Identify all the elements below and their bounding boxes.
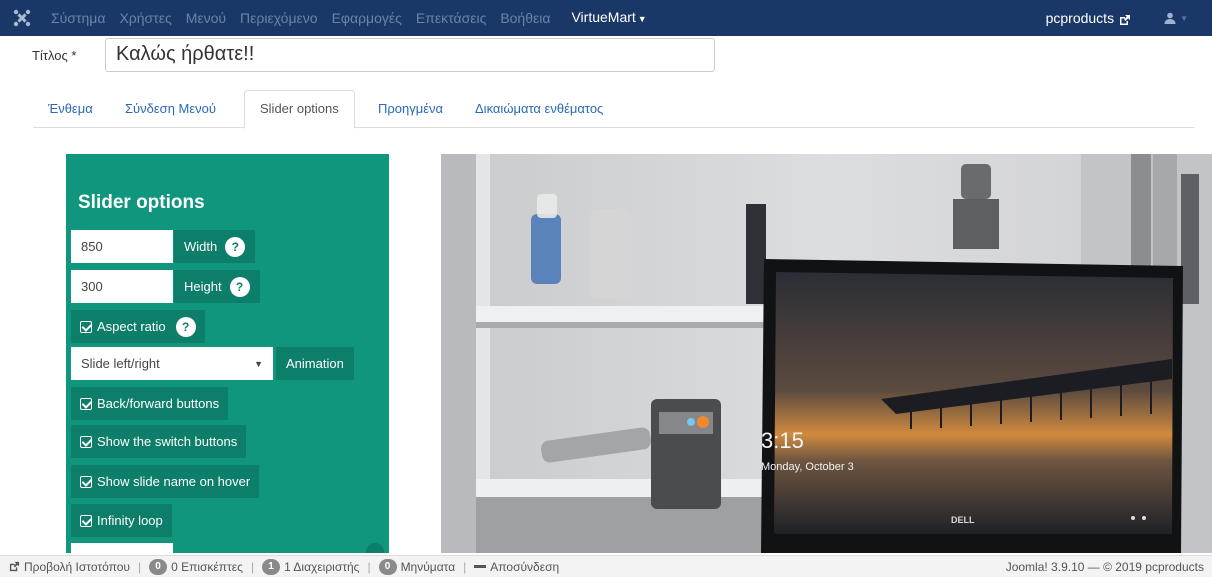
messages-link[interactable]: 0 Μηνύματα <box>378 558 456 575</box>
checkbox-checked-icon <box>80 435 92 448</box>
site-link[interactable]: pcproducts <box>1045 10 1131 26</box>
visitors-status: 0 0 Επισκέπτες <box>149 558 243 575</box>
infinity-loop-checkbox[interactable]: Infinity loop <box>71 504 172 537</box>
help-icon[interactable]: ? <box>225 236 246 257</box>
tab-menu-assignment[interactable]: Σύνδεση Μενού <box>110 90 231 128</box>
title-input[interactable]: Καλώς ήρθατε!! <box>105 38 715 72</box>
navbar-right: pcproducts ▼ <box>1046 0 1188 36</box>
panel-title: Slider options <box>78 192 205 213</box>
chevron-down-icon: ▼ <box>1180 13 1188 23</box>
admins-status: 1 1 Διαχειριστής <box>262 558 360 575</box>
width-input[interactable]: 850 <box>71 230 173 263</box>
partial-input[interactable] <box>71 543 173 553</box>
user-icon <box>1164 12 1176 24</box>
menu-system[interactable]: Σύστημα <box>44 0 112 36</box>
title-label: Τίτλος * <box>32 48 77 63</box>
view-site-label: Προβολή Ιστοτόπου <box>24 559 130 574</box>
lockscreen-date: Monday, October 3 <box>761 461 854 473</box>
site-name: pcproducts <box>1045 10 1115 26</box>
external-link-icon <box>9 561 20 572</box>
messages-badge: 0 <box>378 558 397 575</box>
width-label: Width ? <box>174 230 256 263</box>
logout-label: Αποσύνδεση <box>490 559 560 574</box>
checkbox-checked-icon <box>80 397 92 410</box>
height-input[interactable]: 300 <box>71 270 173 303</box>
aspect-ratio-checkbox[interactable]: Aspect ratio ? <box>71 310 205 343</box>
help-icon[interactable]: ? <box>229 276 250 297</box>
slide-preview-image: 3:15 Monday, October 3 DELL <box>441 154 1212 553</box>
menu-extensions[interactable]: Επεκτάσεις <box>409 0 493 36</box>
checkbox-checked-icon <box>80 514 92 527</box>
slider-options-panel: Slider options 850 Width ? 300 Height ? … <box>66 154 389 553</box>
laptop-brand: DELL <box>951 515 975 525</box>
external-link-icon <box>1119 13 1131 25</box>
slide-name-hover-label: Show slide name on hover <box>97 474 251 489</box>
divider: | <box>367 559 371 574</box>
status-bar: Προβολή Ιστοτόπου | 0 0 Επισκέπτες | 1 1… <box>0 555 1212 577</box>
admins-badge: 1 <box>262 558 281 575</box>
animation-select[interactable]: Slide left/right ▼ <box>71 347 273 380</box>
menu-components[interactable]: Εφαρμογές <box>325 0 409 36</box>
top-navbar: Σύστημα Χρήστες Μενού Περιεχόμενο Εφαρμο… <box>0 0 1212 36</box>
main-menu: Σύστημα Χρήστες Μενού Περιεχόμενο Εφαρμο… <box>44 0 647 36</box>
height-label: Height ? <box>174 270 260 303</box>
divider: | <box>463 559 467 574</box>
tab-advanced[interactable]: Προηγμένα <box>363 90 458 128</box>
tab-module[interactable]: Ένθεμα <box>33 90 108 128</box>
menu-menus[interactable]: Μενού <box>179 0 233 36</box>
switch-buttons-label: Show the switch buttons <box>97 434 238 449</box>
visitors-badge: 0 <box>149 558 168 575</box>
width-label-text: Width <box>184 239 218 254</box>
aspect-ratio-label: Aspect ratio <box>97 319 166 334</box>
animation-selected: Slide left/right <box>81 356 160 371</box>
infinity-loop-label: Infinity loop <box>97 513 163 528</box>
logout-link[interactable]: Αποσύνδεση <box>474 560 559 574</box>
height-label-text: Height <box>184 279 222 294</box>
menu-virtuemart-label: VirtueMart <box>571 9 636 26</box>
user-menu[interactable]: ▼ <box>1164 12 1188 24</box>
help-icon[interactable]: ? <box>175 316 196 337</box>
divider: | <box>250 559 255 574</box>
menu-users[interactable]: Χρήστες <box>112 0 178 36</box>
back-forward-checkbox[interactable]: Back/forward buttons <box>71 387 229 420</box>
tab-slider-options[interactable]: Slider options <box>244 90 355 129</box>
version-info: Joomla! 3.9.10 — © 2019 pcproducts <box>1005 560 1204 574</box>
chevron-down-icon: ▼ <box>254 358 263 369</box>
visitors-label: 0 Επισκέπτες <box>171 559 243 574</box>
admins-label: 1 Διαχειριστής <box>284 559 360 574</box>
joomla-logo-icon[interactable] <box>0 0 44 36</box>
tab-permissions[interactable]: Δικαιώματα ενθέματος <box>460 90 618 128</box>
chevron-down-icon: ▼ <box>637 13 647 24</box>
divider: | <box>137 559 142 574</box>
switch-buttons-checkbox[interactable]: Show the switch buttons <box>71 425 247 458</box>
menu-help[interactable]: Βοήθεια <box>493 0 557 36</box>
menu-virtuemart[interactable]: VirtueMart ▼ <box>571 0 646 37</box>
partial-help-icon[interactable] <box>366 543 384 553</box>
lockscreen-time: 3:15 <box>761 428 804 453</box>
module-tabs: Ένθεμα Σύνδεση Μενού Slider options Προη… <box>33 90 1195 129</box>
messages-label: Μηνύματα <box>400 559 456 574</box>
minus-icon <box>474 565 487 568</box>
checkbox-checked-icon <box>80 475 92 488</box>
view-site-link[interactable]: Προβολή Ιστοτόπου <box>9 560 130 574</box>
back-forward-label: Back/forward buttons <box>97 396 220 411</box>
menu-content[interactable]: Περιεχόμενο <box>233 0 325 36</box>
slide-name-hover-checkbox[interactable]: Show slide name on hover <box>71 465 260 498</box>
checkbox-checked-icon <box>80 320 92 333</box>
animation-label: Animation <box>276 347 354 380</box>
